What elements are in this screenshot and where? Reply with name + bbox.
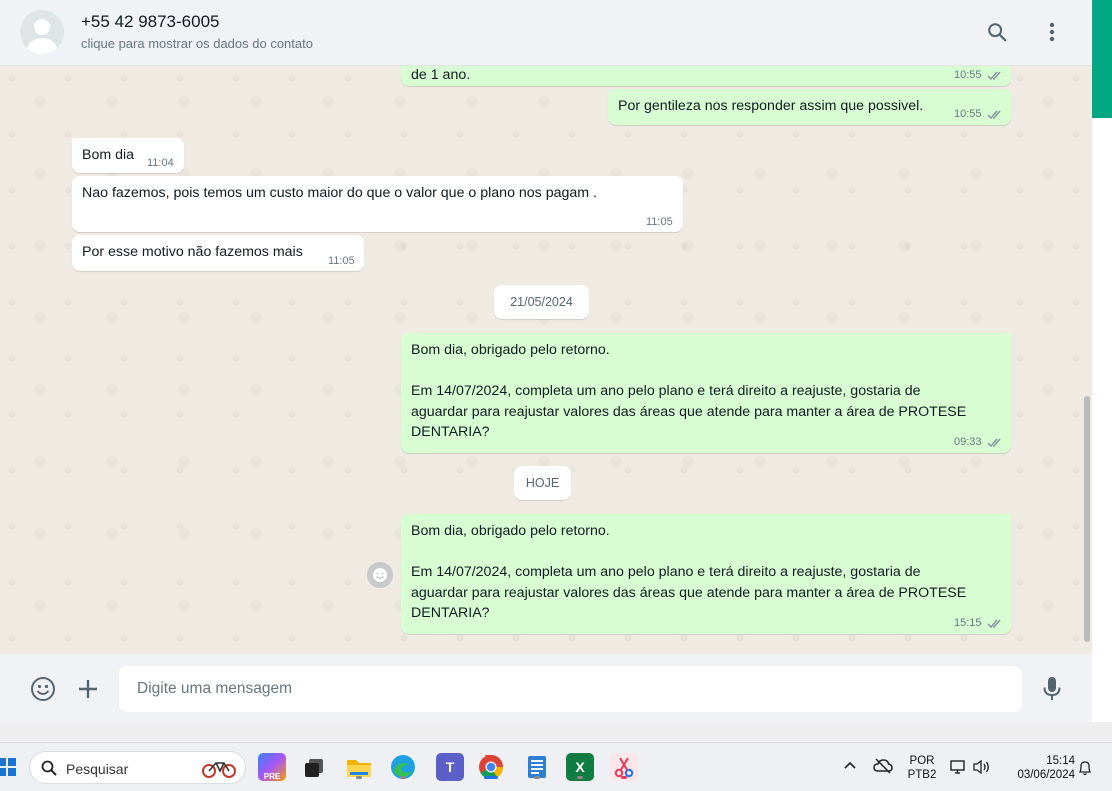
volume-icon[interactable] xyxy=(972,759,992,780)
composer-bar xyxy=(0,654,1092,722)
message-time: 15:15 xyxy=(954,617,982,629)
message-bubble-outgoing[interactable]: de 1 ano. 10:55 xyxy=(401,66,1011,86)
contact-subtitle[interactable]: clique para mostrar os dados do contato xyxy=(81,36,313,51)
mic-icon[interactable] xyxy=(1037,674,1067,704)
message-input[interactable] xyxy=(119,666,1022,712)
task-view-icon[interactable] xyxy=(301,753,329,781)
notification-bell-icon[interactable] xyxy=(1078,760,1092,781)
search-icon xyxy=(41,760,57,776)
message-time: 11:04 xyxy=(147,157,174,169)
message-text: Nao fazemos, pois temos um custo maior d… xyxy=(82,185,597,201)
more-vertical-icon[interactable] xyxy=(1038,18,1066,46)
message-text: Bom dia xyxy=(82,147,135,163)
scrollbar-thumb[interactable] xyxy=(1084,396,1090,642)
window-edge-accent xyxy=(1092,0,1112,118)
clock[interactable]: 15:14 03/06/2024 xyxy=(1003,754,1075,782)
message-bubble-incoming[interactable]: Bom dia 11:04 xyxy=(72,138,184,173)
edge-icon[interactable] xyxy=(389,753,417,781)
chat-header: +55 42 9873-6005 clique para mostrar os … xyxy=(0,0,1092,66)
read-ticks-icon xyxy=(987,438,1001,448)
message-time: 10:55 xyxy=(954,108,982,120)
chevron-up-icon[interactable] xyxy=(843,759,857,778)
file-explorer-icon[interactable] xyxy=(345,753,373,781)
message-list[interactable]: de 1 ano. 10:55 Por gentileza nos respon… xyxy=(0,66,1092,654)
message-text: Por gentileza nos responder assim que po… xyxy=(618,98,924,114)
plus-icon[interactable] xyxy=(73,674,103,704)
message-text: de 1 ano. xyxy=(411,67,471,83)
notepad-icon[interactable] xyxy=(523,753,551,781)
bicycle-icon xyxy=(202,762,236,778)
chrome-icon[interactable] xyxy=(477,753,505,781)
message-text: Por esse motivo não fazemos mais xyxy=(82,244,303,260)
snipping-tool-icon[interactable] xyxy=(610,753,638,781)
message-bubble-outgoing[interactable]: Por gentileza nos responder assim que po… xyxy=(608,89,1011,125)
read-ticks-icon xyxy=(987,110,1001,120)
taskbar-search[interactable]: Pesquisar xyxy=(29,751,246,784)
clock-date: 03/06/2024 xyxy=(1017,769,1075,781)
excel-icon[interactable]: X xyxy=(566,753,594,781)
language-indicator[interactable]: POR PTB2 xyxy=(905,754,939,782)
message-time: 11:05 xyxy=(328,255,355,267)
cloud-offline-icon[interactable] xyxy=(873,758,893,779)
date-divider: 21/05/2024 xyxy=(494,285,589,319)
message-text: Bom dia, obrigado pelo retorno. Em 14/07… xyxy=(411,342,967,440)
clock-time: 15:14 xyxy=(1046,755,1075,767)
teams-icon[interactable]: T xyxy=(436,753,464,781)
message-time: 10:55 xyxy=(954,69,982,81)
search-icon[interactable] xyxy=(983,18,1011,46)
contact-avatar[interactable] xyxy=(20,10,64,54)
language-code: POR xyxy=(909,755,935,767)
message-time: 09:33 xyxy=(954,436,982,448)
windows-start-icon[interactable] xyxy=(0,758,16,776)
message-bubble-incoming[interactable]: Por esse motivo não fazemos mais 11:05 xyxy=(72,235,364,271)
windows-taskbar: Pesquisar PRE T X POR PTB2 15:14 03/06/2… xyxy=(0,742,1112,791)
message-bubble-incoming[interactable]: Nao fazemos, pois temos um custo maior d… xyxy=(72,176,683,232)
message-bubble-outgoing[interactable]: Bom dia, obrigado pelo retorno. Em 14/07… xyxy=(401,333,1011,453)
contact-name[interactable]: +55 42 9873-6005 xyxy=(81,12,220,32)
message-time: 11:05 xyxy=(646,216,673,228)
read-ticks-icon xyxy=(987,619,1001,629)
window-edge xyxy=(1092,118,1112,722)
keyboard-layout: PTB2 xyxy=(907,769,937,781)
copilot-icon[interactable]: PRE xyxy=(258,753,286,781)
read-ticks-icon xyxy=(987,71,1001,81)
network-icon[interactable] xyxy=(950,759,968,780)
message-bubble-outgoing[interactable]: Bom dia, obrigado pelo retorno. Em 14/07… xyxy=(401,514,1011,634)
taskbar-search-label: Pesquisar xyxy=(66,761,129,777)
reaction-emoji-icon[interactable] xyxy=(367,562,393,588)
emoji-icon[interactable] xyxy=(28,674,58,704)
date-divider: HOJE xyxy=(514,466,571,500)
window-bottom-gap xyxy=(0,722,1112,742)
message-text: Bom dia, obrigado pelo retorno. Em 14/07… xyxy=(411,523,967,621)
chat-scrollbar[interactable] xyxy=(1083,66,1092,654)
